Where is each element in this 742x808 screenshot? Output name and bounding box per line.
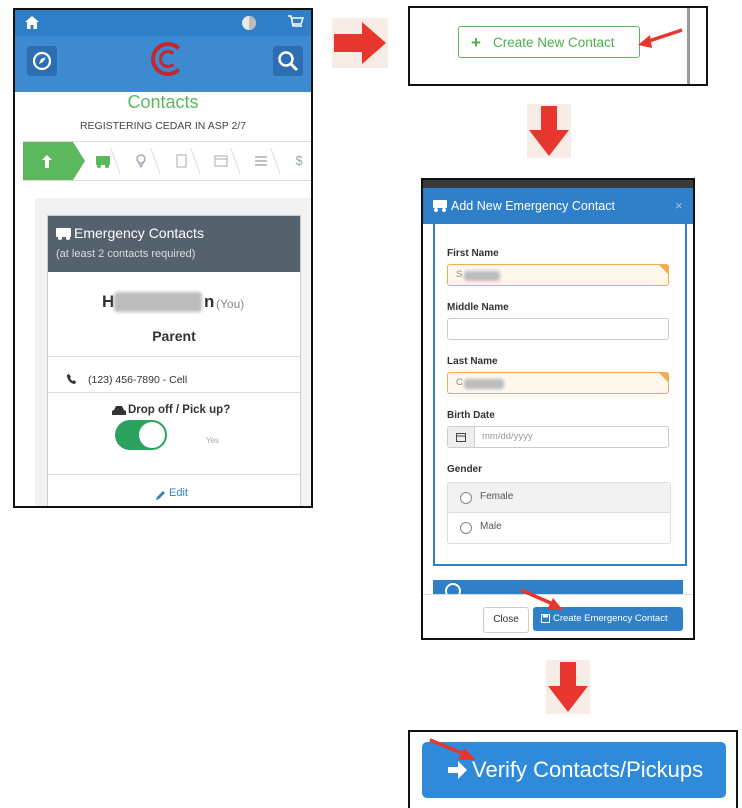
phone-icon xyxy=(67,374,76,384)
middle-name-input[interactable] xyxy=(447,318,669,340)
middle-name-label: Middle Name xyxy=(447,302,509,313)
progress-steps: $ xyxy=(23,141,311,181)
birth-date-input[interactable]: mm/dd/yyyy xyxy=(447,426,669,448)
divider xyxy=(48,392,300,393)
birth-date-label: Birth Date xyxy=(447,410,495,421)
globe-icon[interactable] xyxy=(241,15,257,31)
radio-male[interactable] xyxy=(460,522,472,534)
pencil-icon xyxy=(156,491,165,500)
search-icon xyxy=(278,51,299,72)
dropoff-label: Drop off / Pick up? xyxy=(128,404,231,416)
save-icon xyxy=(541,614,550,623)
modal-title: Add New Emergency Contact xyxy=(451,199,615,213)
app-header xyxy=(15,36,311,92)
first-name-value: S xyxy=(456,269,463,280)
right-arrow-icon xyxy=(332,18,388,68)
gender-label: Gender xyxy=(447,464,483,475)
step-1-active[interactable] xyxy=(23,142,85,180)
required-marker xyxy=(659,373,668,382)
divider xyxy=(48,356,300,357)
create-new-contact-label: Create New Contact xyxy=(493,35,615,50)
toggle-yes-label: Yes xyxy=(206,436,220,445)
home-icon[interactable] xyxy=(25,16,39,29)
scrollbar-edge xyxy=(687,8,690,84)
male-label: Male xyxy=(480,521,502,532)
toggle-knob xyxy=(139,422,165,448)
car-icon xyxy=(112,406,126,415)
birth-date-placeholder: mm/dd/yyyy xyxy=(482,431,533,442)
redacted-name xyxy=(114,292,202,312)
contact-name-first: H xyxy=(102,292,115,311)
modal-close-x[interactable]: × xyxy=(675,188,683,224)
last-name-label: Last Name xyxy=(447,356,498,367)
you-label: (You) xyxy=(216,297,245,311)
page-title: Contacts xyxy=(127,92,199,112)
contact-role: Parent xyxy=(152,328,196,344)
plus-icon: + xyxy=(471,33,481,52)
app-logo-inner xyxy=(159,50,177,68)
verify-contacts-label: Verify Contacts/Pickups xyxy=(472,757,704,782)
down-arrow-icon xyxy=(527,104,571,158)
compass-button[interactable] xyxy=(27,46,57,76)
create-contact-panel: + Create New Contact xyxy=(408,6,708,86)
card-subtitle: (at least 2 contacts required) xyxy=(56,248,196,260)
status-bar xyxy=(15,10,311,36)
create-emergency-contact-label: Create Emergency Contact xyxy=(553,613,668,624)
last-name-input[interactable]: C xyxy=(447,372,669,394)
search-button[interactable] xyxy=(273,46,303,76)
down-arrow-icon xyxy=(546,660,590,714)
ambulance-icon xyxy=(433,200,447,212)
contact-phone: (123) 456-7890 - Cell xyxy=(88,374,188,386)
gender-option-female[interactable]: Female xyxy=(448,483,670,513)
modal-top-bar xyxy=(423,180,693,188)
ambulance-icon xyxy=(56,228,71,240)
pointer-arrow-icon xyxy=(429,738,476,760)
pointer-arrow-icon xyxy=(520,588,563,610)
contact-name-last: n xyxy=(204,292,215,311)
registering-subtitle: REGISTERING CEDAR IN ASP 2/7 xyxy=(79,120,247,132)
verify-contacts-panel: Verify Contacts/Pickups xyxy=(408,730,738,808)
redacted-value xyxy=(464,271,500,281)
edit-link[interactable]: Edit xyxy=(169,487,188,499)
create-new-contact-button[interactable]: + Create New Contact xyxy=(458,26,640,58)
last-name-value: C xyxy=(456,377,463,388)
compass-icon xyxy=(32,51,52,71)
calendar-icon xyxy=(456,433,466,442)
first-name-input[interactable]: S xyxy=(447,264,669,286)
redacted-value xyxy=(464,379,504,389)
first-name-label: First Name xyxy=(447,248,499,259)
add-contact-modal-panel: Add New Emergency Contact × First Name S… xyxy=(421,178,695,640)
modal-header: Add New Emergency Contact × xyxy=(423,188,693,224)
calendar-addon[interactable] xyxy=(448,427,475,447)
step-person-icon xyxy=(42,155,52,168)
gender-option-male[interactable]: Male xyxy=(448,513,670,543)
gender-options: Female Male xyxy=(447,482,671,544)
step-payment[interactable]: $ xyxy=(281,142,311,180)
cart-icon[interactable] xyxy=(287,14,305,32)
pointer-arrow-icon xyxy=(638,28,683,48)
radio-female[interactable] xyxy=(460,492,472,504)
card-header: Emergency Contacts (at least 2 contacts … xyxy=(48,216,300,272)
card-title: Emergency Contacts xyxy=(74,225,204,241)
emergency-contacts-card: Emergency Contacts (at least 2 contacts … xyxy=(47,215,301,506)
dropoff-toggle[interactable] xyxy=(115,420,167,450)
female-label: Female xyxy=(480,491,514,502)
required-marker xyxy=(659,265,668,274)
divider xyxy=(48,474,300,475)
phone-screenshot-panel: Contacts REGISTERING CEDAR IN ASP 2/7 $ xyxy=(13,8,313,508)
